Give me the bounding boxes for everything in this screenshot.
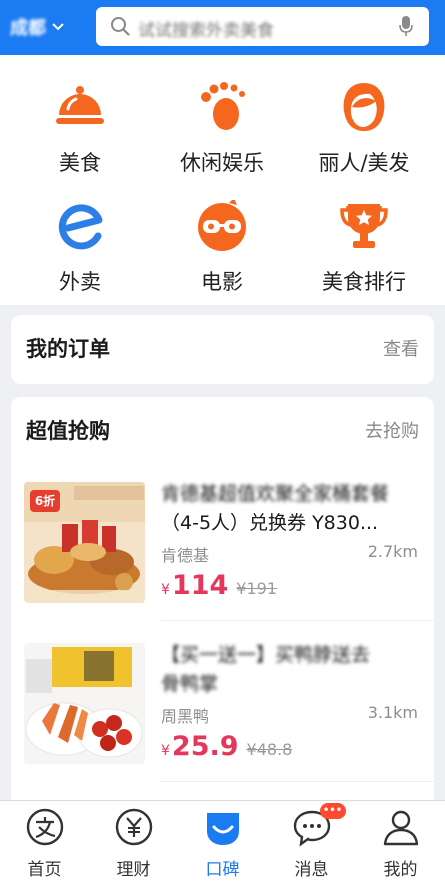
deal-name: 【买一送一】买鸭脖送去 骨鸭掌 <box>161 641 421 699</box>
deal-distance: 2.7km <box>367 542 418 561</box>
tab-label: 首页 <box>27 860 62 880</box>
original-price: ¥191 <box>236 579 278 598</box>
category-beauty[interactable]: 丽人/美发 <box>290 81 438 177</box>
tab-label: 理财 <box>116 860 151 880</box>
tab-label: 我的 <box>383 860 418 880</box>
top-bar: 成都 试试搜索外卖美食 <box>0 0 445 55</box>
category-food[interactable]: 美食 <box>6 81 154 177</box>
tab-home[interactable]: 首页 <box>0 807 89 880</box>
beauty-face-icon <box>343 83 385 131</box>
divider <box>161 781 434 782</box>
category-movie[interactable]: 电影 <box>148 198 296 296</box>
discount-badge: 6折 <box>30 490 60 512</box>
food-cloche-icon <box>56 86 104 124</box>
deal-shop: 周黑鸭 <box>161 707 210 726</box>
movie-glasses-icon <box>198 198 246 251</box>
deal-image <box>24 643 145 764</box>
deal-price: ¥ 114 ¥191 <box>161 570 277 601</box>
search-icon <box>111 17 130 36</box>
view-orders-link[interactable]: 查看 <box>383 335 419 361</box>
category-label: 休闲娱乐 <box>180 151 264 175</box>
deal-name-line1: 【买一送一】买鸭脖送去 <box>161 644 371 666</box>
unread-badge: ••• <box>319 803 346 819</box>
my-orders-card[interactable]: 我的订单 查看 <box>11 315 434 384</box>
deal-name-line2: 骨鸭掌 <box>161 673 219 695</box>
orders-title: 我的订单 <box>26 337 110 361</box>
deal-name-line2: （4-5人）兑换券 Y830... <box>161 512 379 534</box>
deal-image: 6折 <box>24 482 145 603</box>
person-icon <box>383 810 418 846</box>
deal-name-line1: 肯德基超值欢聚全家桶套餐 <box>161 483 390 505</box>
deal-shop: 肯德基 <box>161 546 210 565</box>
alipay-home-icon <box>26 808 63 846</box>
search-bar[interactable]: 试试搜索外卖美食 <box>96 7 429 46</box>
city-selector[interactable]: 成都 <box>10 13 64 41</box>
category-takeout[interactable]: 外卖 <box>6 200 154 296</box>
category-label: 外卖 <box>59 270 101 294</box>
category-label: 美食排行 <box>322 270 406 294</box>
tab-label: 口碑 <box>205 860 240 880</box>
deals-card: 超值抢购 去抢购 6折 肯德基超值欢聚全家桶套餐 （4-5人）兑换券 Y830.… <box>11 397 434 817</box>
deal-distance: 3.1km <box>367 703 418 722</box>
category-grid: 美食 休闲娱乐 丽人/美发 外卖 电影 美食排行 <box>0 55 445 305</box>
takeout-e-icon <box>58 204 103 250</box>
tab-finance[interactable]: 理财 <box>89 807 178 880</box>
price-value: 25.9 <box>171 731 239 762</box>
category-entertainment[interactable]: 休闲娱乐 <box>148 81 296 177</box>
microphone-icon[interactable] <box>399 16 413 37</box>
tab-koubei[interactable]: 口碑 <box>178 807 267 880</box>
search-input[interactable]: 试试搜索外卖美食 <box>138 16 274 41</box>
grab-deals-link[interactable]: 去抢购 <box>365 417 419 443</box>
chevron-down-icon <box>52 20 64 34</box>
city-name: 成都 <box>10 18 46 39</box>
trophy-icon <box>340 204 388 248</box>
divider <box>161 620 434 621</box>
currency-symbol: ¥ <box>161 582 170 598</box>
deals-title: 超值抢购 <box>26 419 110 443</box>
category-label: 电影 <box>201 270 243 294</box>
category-label: 丽人/美发 <box>318 151 410 175</box>
footprint-icon <box>201 82 245 130</box>
tab-messages[interactable]: ••• 消息 <box>267 803 356 880</box>
category-food-ranking[interactable]: 美食排行 <box>290 200 438 296</box>
bottom-tab-bar: 首页 理财 口碑 ••• 消息 我的 <box>0 800 445 892</box>
koubei-smile-icon <box>206 813 239 845</box>
yuan-coin-icon <box>115 808 152 846</box>
price-value: 114 <box>171 570 229 601</box>
deal-item[interactable]: 【买一送一】买鸭脖送去 骨鸭掌 周黑鸭 3.1km ¥ 25.9 ¥48.8 <box>11 643 434 803</box>
original-price: ¥48.8 <box>246 740 293 759</box>
deal-item[interactable]: 6折 肯德基超值欢聚全家桶套餐 （4-5人）兑换券 Y830... 肯德基 2.… <box>11 482 434 642</box>
deal-name: 肯德基超值欢聚全家桶套餐 （4-5人）兑换券 Y830... <box>161 480 421 538</box>
tab-mine[interactable]: 我的 <box>356 807 445 880</box>
tab-label: 消息 <box>294 860 329 880</box>
category-label: 美食 <box>59 151 101 175</box>
deal-price: ¥ 25.9 ¥48.8 <box>161 731 292 762</box>
currency-symbol: ¥ <box>161 743 170 759</box>
